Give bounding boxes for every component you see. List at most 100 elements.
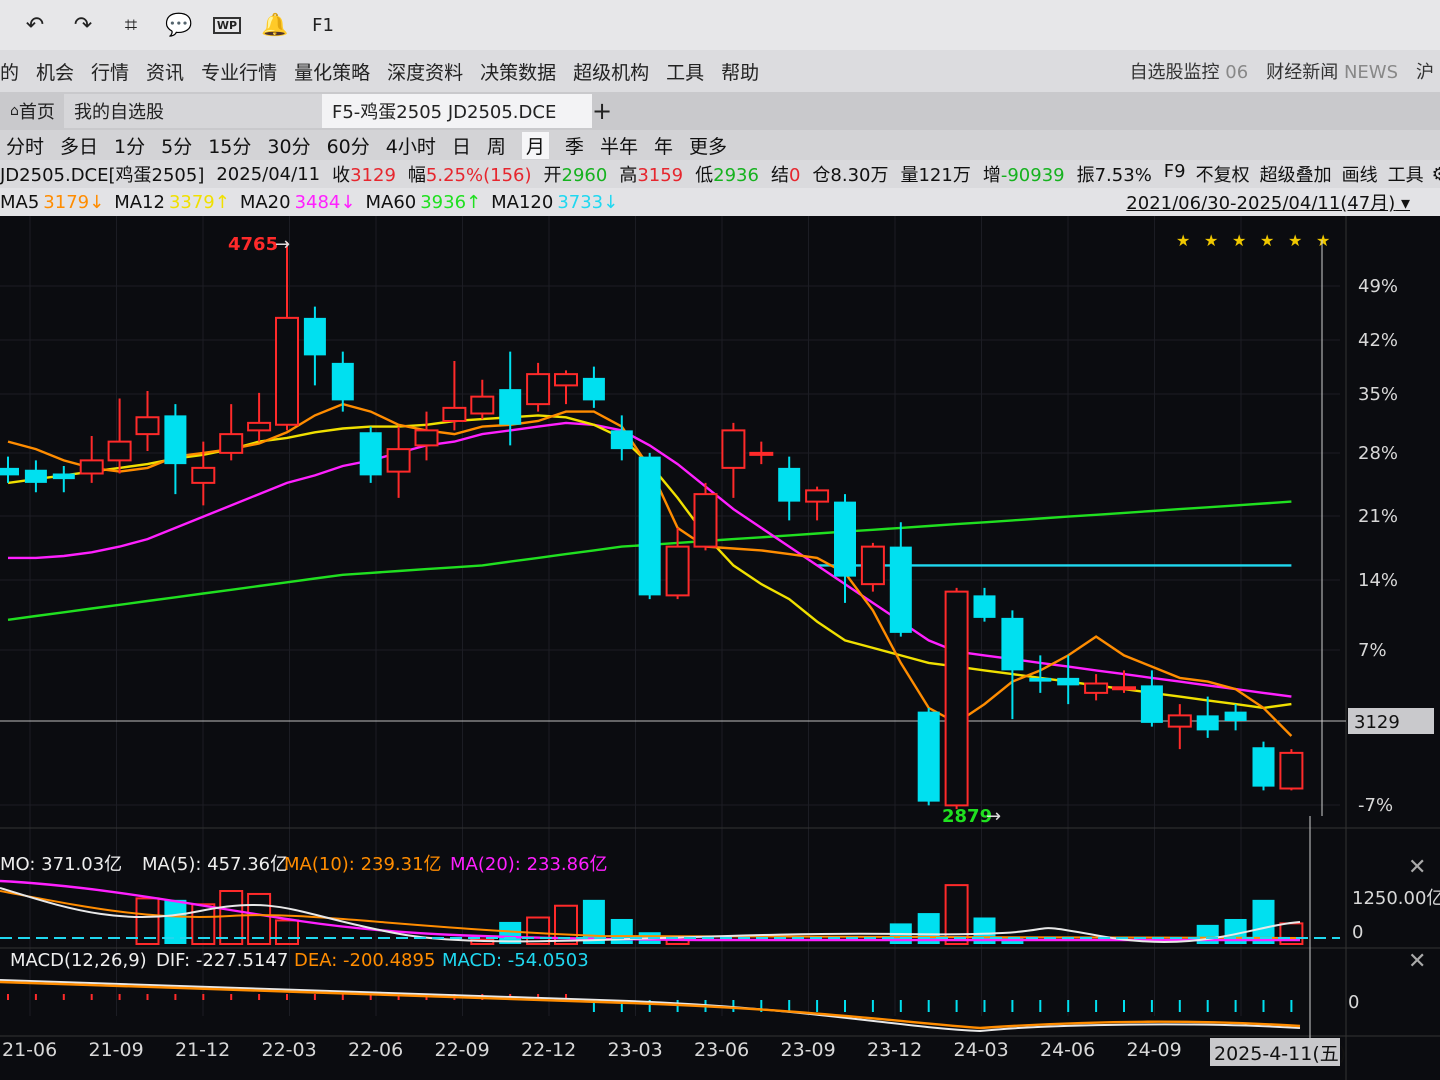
macd-dif-label: DIF: -227.5147 xyxy=(156,950,288,971)
period-tab[interactable]: 4小时 xyxy=(386,132,436,159)
candle-body-up xyxy=(219,433,244,454)
candle-body-down xyxy=(1140,685,1163,723)
candle-body-down xyxy=(582,377,605,401)
settle-value: 0 xyxy=(788,165,801,186)
open-value: 2960 xyxy=(561,165,608,186)
x-axis-label: 23-09 xyxy=(781,1039,836,1061)
tab-active-contract[interactable]: F5-鸡蛋2505 JD2505.DCE xyxy=(322,94,592,128)
menu-item[interactable]: 量化策略 xyxy=(294,58,370,85)
x-axis-label: 23-12 xyxy=(867,1039,922,1061)
finance-news-link[interactable]: 财经新闻 NEWS xyxy=(1266,58,1398,84)
menu-item[interactable]: 行情 xyxy=(91,58,129,85)
x-axis-label: 22-09 xyxy=(435,1039,490,1061)
period-tab[interactable]: 15分 xyxy=(208,132,251,159)
menu-item[interactable]: 超级机构 xyxy=(573,58,649,85)
add-tab-button[interactable]: + xyxy=(582,94,622,128)
candle-body-up xyxy=(944,590,969,807)
period-tab[interactable]: 季 xyxy=(565,132,584,159)
menu-item[interactable]: 深度资料 xyxy=(387,58,463,85)
candle-body-up xyxy=(135,416,160,436)
period-tab[interactable]: 分时 xyxy=(6,132,44,159)
tab-watchlist[interactable]: 我的自选股 xyxy=(64,94,334,128)
chart-tool-button[interactable]: F9 xyxy=(1164,161,1186,187)
candle-body-down xyxy=(973,595,996,618)
ma-legend-item: MA120 3733↓ xyxy=(491,191,619,213)
star-icon: ★ xyxy=(1176,231,1190,250)
close-icon: ✕ xyxy=(1408,855,1426,880)
period-tab[interactable]: 日 xyxy=(452,132,471,159)
period-tab[interactable]: 年 xyxy=(654,132,673,159)
candle-body-up xyxy=(693,493,718,548)
period-tab[interactable]: 5分 xyxy=(161,132,192,159)
kline-chart[interactable]: 49%42%35%28%21%14%7%-7%31294765→2879→★ ★ ★… xyxy=(0,216,1440,1080)
redo-icon[interactable]: ↷ xyxy=(66,8,100,42)
candle-body-down xyxy=(1029,677,1052,682)
x-axis-label: 24-06 xyxy=(1040,1039,1095,1061)
ma-legend: MA5 3179↓ MA12 3379↑ MA20 3484↓ MA60 3936↑ MA120… xyxy=(0,188,1440,216)
candle-body-up xyxy=(442,406,467,422)
vol-value: 121万 xyxy=(918,165,971,186)
watch-monitor-link[interactable]: 自选股监控 06 xyxy=(1130,58,1249,84)
candle-body-up xyxy=(721,429,746,469)
menu-item[interactable]: 专业行情 xyxy=(201,58,277,85)
chart-tool-button[interactable]: 工具 xyxy=(1388,161,1424,187)
menu-item[interactable]: 决策数据 xyxy=(480,58,556,85)
chart-tool-button[interactable]: 超级叠加 xyxy=(1260,161,1332,187)
chat-icon[interactable]: 💬 xyxy=(162,8,196,42)
pct-tick-label: 7% xyxy=(1358,640,1387,661)
sh-market-link[interactable]: 沪 xyxy=(1416,58,1434,84)
oi-value: 8.30万 xyxy=(830,165,889,186)
pct-tick-label: 14% xyxy=(1358,570,1398,591)
x-axis-label: 22-06 xyxy=(348,1039,403,1061)
star-icon: ★ xyxy=(1288,231,1302,250)
candle-body-down xyxy=(834,501,856,577)
period-tab[interactable]: 多日 xyxy=(60,132,98,159)
settings-icon[interactable]: ⚙ xyxy=(1432,164,1440,185)
period-tab[interactable]: 周 xyxy=(487,132,506,159)
bell-icon[interactable]: 🔔 xyxy=(258,8,292,42)
candle-body-up xyxy=(749,451,774,456)
tab-home[interactable]: ⌂ 首页 xyxy=(0,94,70,128)
high-price-marker: 4765 xyxy=(228,234,278,255)
amo-label: MO: 371.03亿 xyxy=(0,854,122,875)
symbol-label: JD2505.DCE[鸡蛋2505] xyxy=(0,165,205,186)
candle-body-up xyxy=(1279,751,1304,790)
candle-body-down xyxy=(1252,747,1275,787)
candle-body-down xyxy=(303,317,326,356)
candle-body-down xyxy=(499,389,522,425)
quote-info-bar: JD2505.DCE[鸡蛋2505] 2025/04/11 收3129 幅5.2… xyxy=(0,160,1440,188)
amo-tick-label: 1250.00亿 xyxy=(1352,888,1440,909)
candle-body-up xyxy=(470,395,495,415)
pct-tick-label: 49% xyxy=(1358,276,1398,297)
menu-item[interactable]: 机会 xyxy=(36,58,74,85)
candle-body-down xyxy=(610,430,633,450)
star-icon: ★ xyxy=(1204,231,1218,250)
undo-icon[interactable]: ↶ xyxy=(18,8,52,42)
wp-icon[interactable]: WP xyxy=(210,8,244,42)
menu-item[interactable]: 工具 xyxy=(666,58,704,85)
menu-item[interactable]: 帮助 xyxy=(721,58,759,85)
menu-item[interactable]: 资讯 xyxy=(146,58,184,85)
period-tab[interactable]: 30分 xyxy=(267,132,310,159)
chart-tool-button[interactable]: 画线 xyxy=(1342,161,1378,187)
x-axis-label: 23-06 xyxy=(694,1039,749,1061)
low-price-marker: 2879 xyxy=(942,806,992,827)
f1-icon[interactable]: F1 xyxy=(306,8,340,42)
candle-body-up xyxy=(386,448,411,473)
chart-tool-button[interactable]: 不复权 xyxy=(1196,161,1250,187)
period-tab[interactable]: 月 xyxy=(521,131,549,159)
date-range-selector[interactable]: 2021/06/30-2025/04/11(47月) ▾ xyxy=(1126,189,1410,215)
star-icon: ★ xyxy=(1316,231,1330,250)
crop-icon[interactable]: ⌗ xyxy=(114,8,148,42)
period-tab[interactable]: 更多 xyxy=(689,132,727,159)
candle-body-up xyxy=(107,440,132,462)
period-tab[interactable]: 1分 xyxy=(114,132,145,159)
period-tab[interactable]: 半年 xyxy=(600,132,638,159)
candle-body-down xyxy=(1196,715,1219,731)
candle-body-up xyxy=(860,545,885,586)
change-value: 5.25%(156) xyxy=(425,165,532,186)
close-value: 3129 xyxy=(350,165,396,186)
menu-item[interactable]: 的 xyxy=(0,58,19,85)
amo-ma20-label: MA(20): 233.86亿 xyxy=(450,854,608,875)
period-tab[interactable]: 60分 xyxy=(327,132,370,159)
